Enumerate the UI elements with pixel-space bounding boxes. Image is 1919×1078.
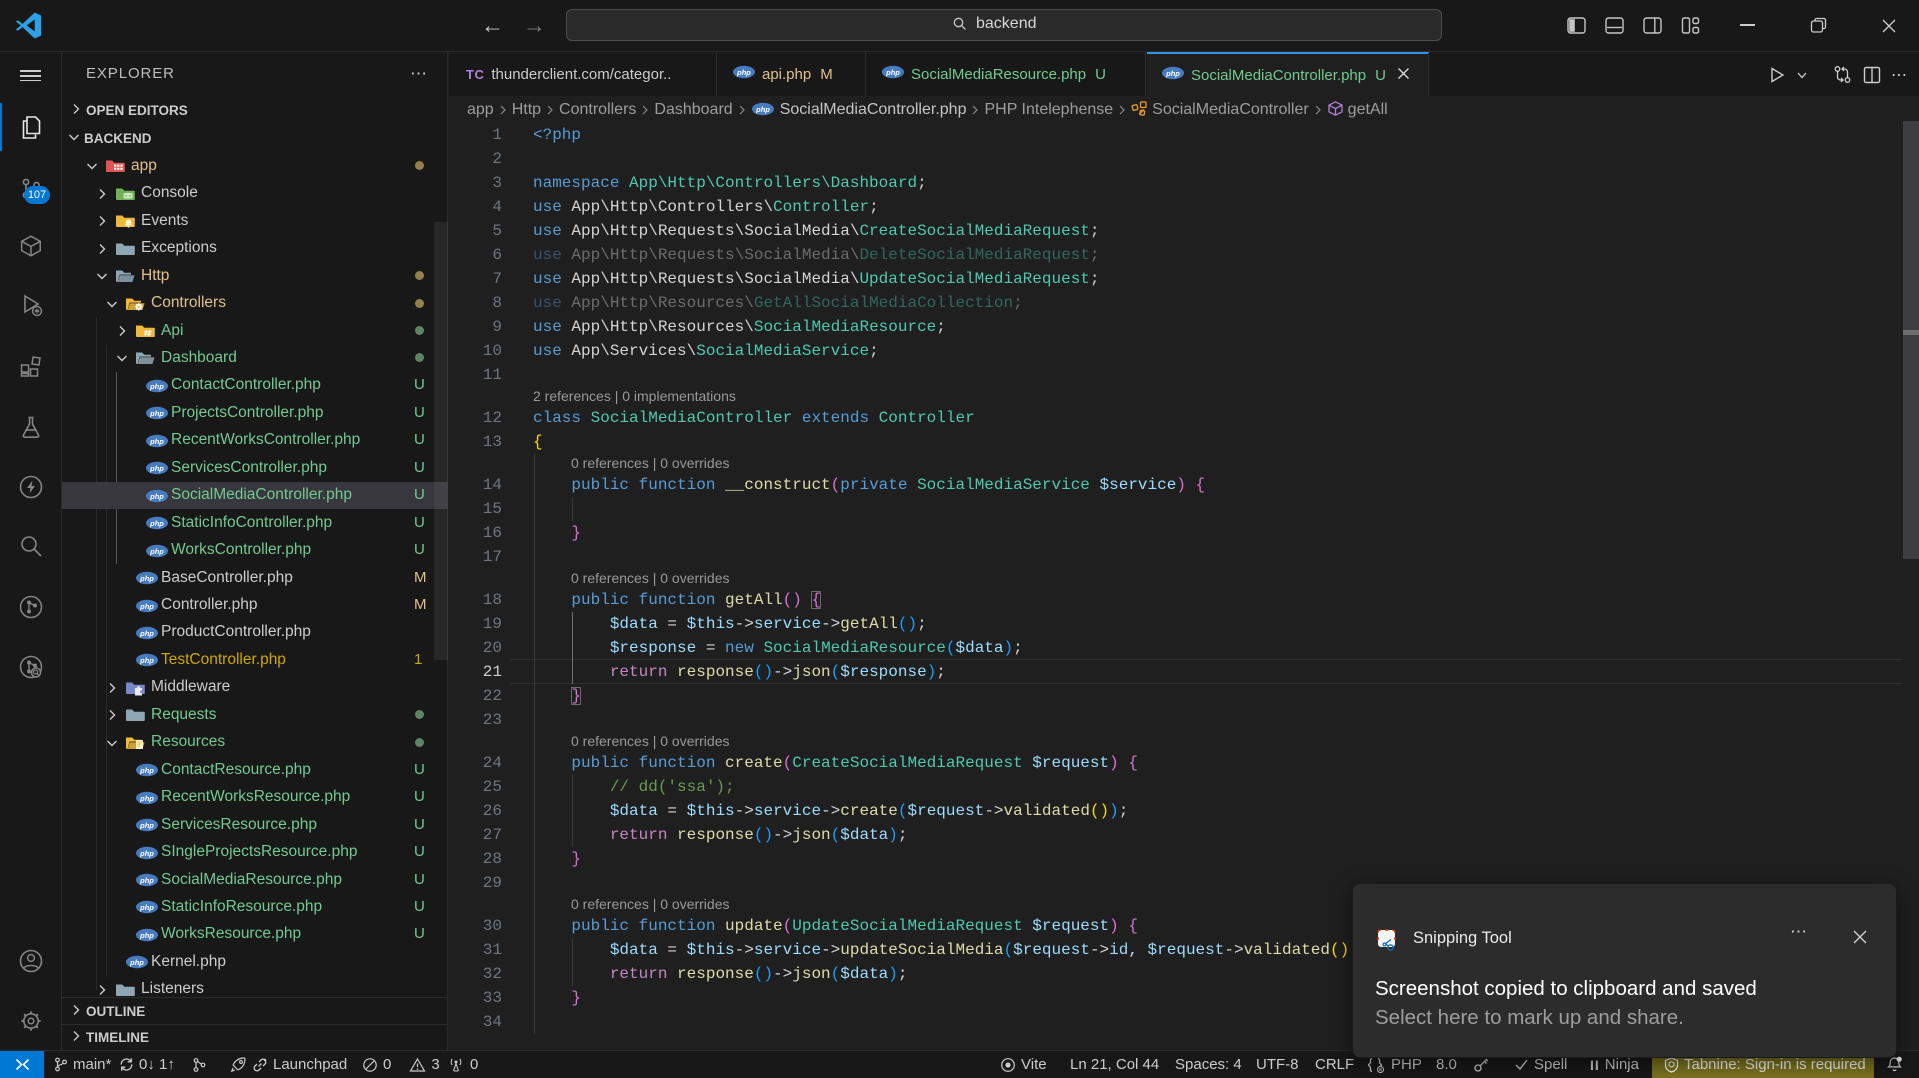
svg-text:php: php bbox=[139, 793, 154, 802]
svg-text:php: php bbox=[149, 464, 164, 473]
svg-text:php: php bbox=[139, 931, 154, 940]
svg-text:php: php bbox=[139, 821, 154, 830]
svg-text:php: php bbox=[736, 68, 751, 77]
svg-text:php: php bbox=[139, 848, 154, 857]
svg-text:php: php bbox=[139, 601, 154, 610]
svg-text:php: php bbox=[885, 68, 900, 77]
svg-text:php: php bbox=[139, 574, 154, 583]
svg-text:php: php bbox=[139, 903, 154, 912]
svg-text:php: php bbox=[149, 382, 164, 391]
svg-text:php: php bbox=[149, 437, 164, 446]
svg-text:php: php bbox=[149, 409, 164, 418]
svg-text:php: php bbox=[129, 958, 144, 967]
svg-text:php: php bbox=[149, 546, 164, 555]
svg-text:php: php bbox=[1165, 69, 1180, 78]
svg-text:php: php bbox=[149, 491, 164, 500]
svg-text:php: php bbox=[139, 656, 154, 665]
svg-text:php: php bbox=[139, 876, 154, 885]
svg-text:php: php bbox=[139, 766, 154, 775]
svg-text:php: php bbox=[149, 519, 164, 528]
svg-text:php: php bbox=[755, 104, 770, 113]
svg-text:php: php bbox=[139, 629, 154, 638]
